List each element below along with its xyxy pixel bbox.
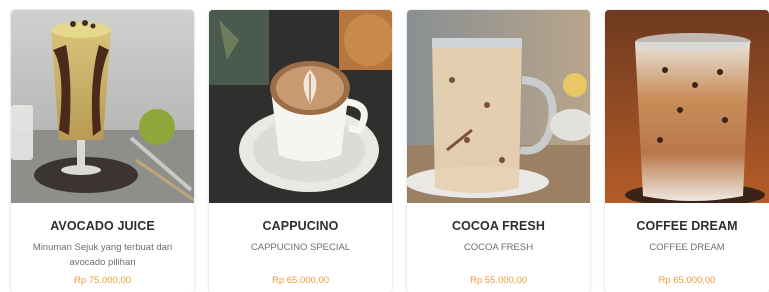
product-name: CAPPUCINO bbox=[262, 219, 339, 233]
product-description: CAPPUCINO SPECIAL bbox=[250, 242, 351, 253]
product-name: COCOA FRESH bbox=[451, 219, 545, 233]
product-name: COFFEE DREAM bbox=[636, 219, 738, 233]
coffee-dream-photo[interactable] bbox=[605, 10, 769, 203]
product-price: Rp 75.000,00 bbox=[73, 275, 132, 286]
cocoa-fresh-photo[interactable] bbox=[407, 10, 590, 203]
product-card-cappucino[interactable]: CAPPUCINO CAPPUCINO SPECIAL Rp 65.000,00 bbox=[209, 10, 392, 292]
product-price: Rp 65.000,00 bbox=[658, 275, 716, 286]
product-description: Minuman Sejuk yang terbuat dari avocado … bbox=[32, 242, 173, 268]
product-grid: AVOCADO JUICE Minuman Sejuk yang terbuat… bbox=[0, 0, 769, 292]
product-price: Rp 65.000,00 bbox=[271, 275, 330, 286]
product-name: AVOCADO JUICE bbox=[50, 219, 155, 233]
product-card-avocado-juice[interactable]: AVOCADO JUICE Minuman Sejuk yang terbuat… bbox=[11, 10, 194, 292]
cappuccino-photo[interactable] bbox=[209, 10, 392, 203]
product-card-cocoa-fresh[interactable]: COCOA FRESH COCOA FRESH Rp 55.000,00 bbox=[407, 10, 590, 292]
product-price: Rp 55.000,00 bbox=[469, 275, 528, 286]
avocado-juice-photo[interactable] bbox=[11, 10, 194, 203]
product-description: COCOA FRESH bbox=[463, 242, 534, 253]
product-card-coffee-dream[interactable]: COFFEE DREAM COFFEE DREAM Rp 65.000,00 bbox=[605, 10, 769, 292]
product-description: COFFEE DREAM bbox=[649, 242, 725, 253]
